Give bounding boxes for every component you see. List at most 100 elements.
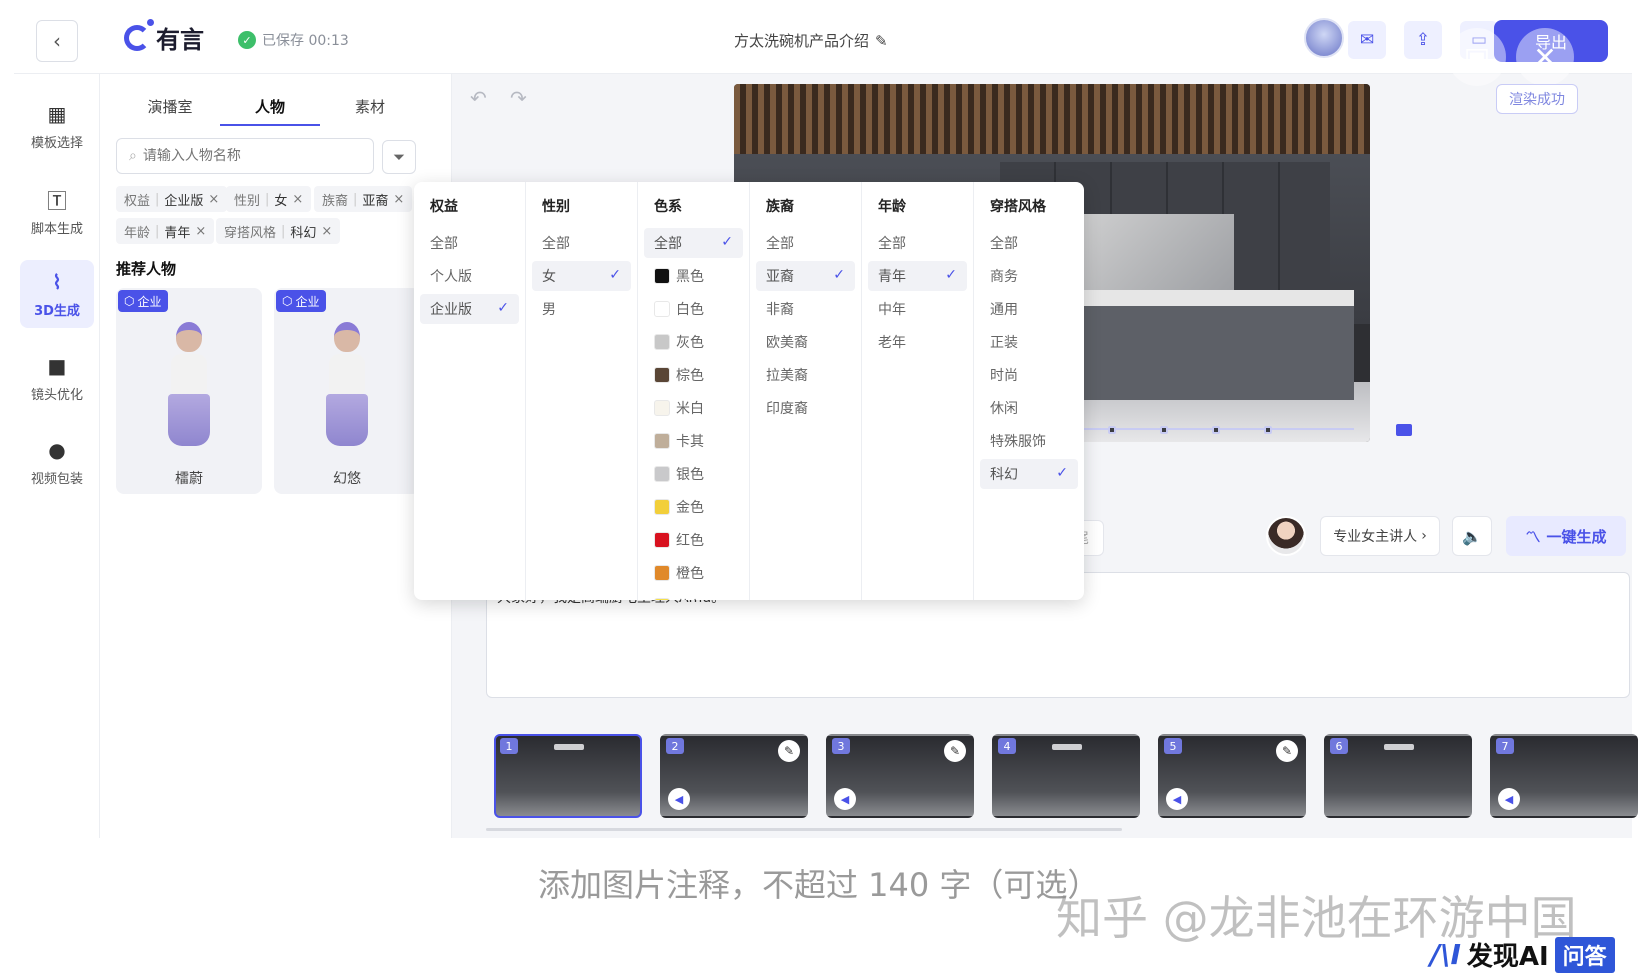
filter-option[interactable]: 印度裔 bbox=[756, 393, 855, 423]
filter-option-label: 金色 bbox=[676, 500, 704, 516]
character-card[interactable]: ⬡ 企业 檑蔚 bbox=[116, 288, 262, 494]
character-card[interactable]: ⬡ 企业 幻悠 bbox=[274, 288, 420, 494]
audio-icon[interactable]: ◀ bbox=[1498, 788, 1520, 810]
undo-icon[interactable]: ↶ bbox=[470, 86, 487, 110]
filter-option[interactable]: 全部 bbox=[980, 228, 1078, 258]
voice-select-button[interactable]: 专业女主讲人 › bbox=[1320, 516, 1440, 556]
document-title-text: 方太洗碗机产品介绍 bbox=[734, 32, 870, 50]
filter-option[interactable]: 科幻 ✓ bbox=[980, 459, 1078, 489]
close-icon[interactable]: × bbox=[292, 192, 303, 207]
filter-option[interactable]: 白色 bbox=[644, 294, 743, 324]
filter-option[interactable]: 中年 bbox=[868, 294, 967, 324]
close-overlay-icon[interactable]: ✕ bbox=[1516, 28, 1574, 86]
character-search[interactable]: ⌕ bbox=[116, 138, 374, 174]
filter-option[interactable]: 个人版 bbox=[420, 261, 519, 291]
speaker-button[interactable]: 🔈 bbox=[1452, 516, 1492, 556]
filter-option[interactable]: 男 bbox=[532, 294, 631, 324]
filter-option[interactable]: 棕色 bbox=[644, 360, 743, 390]
filter-option[interactable]: 全部 bbox=[756, 228, 855, 258]
filter-option[interactable]: 通用 bbox=[980, 294, 1078, 324]
filter-option[interactable]: 女 ✓ bbox=[532, 261, 631, 291]
filter-option[interactable]: 卡其 bbox=[644, 426, 743, 456]
scene-thumbnail[interactable]: 6 bbox=[1324, 734, 1472, 818]
tab-character[interactable]: 人物 bbox=[220, 90, 320, 126]
filter-option[interactable]: 全部 bbox=[868, 228, 967, 258]
filter-option[interactable]: 正装 bbox=[980, 327, 1078, 357]
filter-chip[interactable]: 权益 | 企业版 × bbox=[116, 186, 228, 212]
search-input[interactable] bbox=[142, 148, 353, 164]
share-icon[interactable]: ⇪ bbox=[1404, 21, 1442, 59]
scene-thumbnail[interactable]: 7 ◀ bbox=[1490, 734, 1638, 818]
nav-video-package[interactable]: ● 视频包装 bbox=[20, 428, 94, 496]
pencil-icon[interactable]: ✎ bbox=[875, 32, 888, 50]
scene-thumbnail[interactable]: 2 ✎ ◀ bbox=[660, 734, 808, 818]
filter-option[interactable]: 老年 bbox=[868, 327, 967, 357]
close-icon[interactable]: × bbox=[393, 192, 404, 207]
audio-icon[interactable]: ◀ bbox=[834, 788, 856, 810]
filter-option[interactable]: 全部 bbox=[420, 228, 519, 258]
filter-chip[interactable]: 族裔 | 亚裔 × bbox=[314, 186, 413, 212]
nav-template-select[interactable]: ▦ 模板选择 bbox=[20, 92, 94, 160]
tab-studio[interactable]: 演播室 bbox=[120, 90, 220, 126]
filter-option[interactable]: 青年 ✓ bbox=[868, 261, 967, 291]
filter-option-label: 红色 bbox=[676, 533, 704, 549]
filter-chip[interactable]: 穿搭风格 | 科幻 × bbox=[216, 218, 341, 244]
filter-button[interactable]: ⏷ bbox=[382, 140, 416, 174]
close-icon[interactable]: × bbox=[195, 224, 206, 239]
filter-option[interactable]: 米白 bbox=[644, 393, 743, 423]
filter-option[interactable]: 商务 bbox=[980, 261, 1078, 291]
image-overlay-icon[interactable]: ▣ bbox=[1448, 28, 1506, 86]
timeline-marker[interactable] bbox=[1108, 426, 1116, 434]
filter-option[interactable]: 亚裔 ✓ bbox=[756, 261, 855, 291]
filter-option[interactable]: 欧美裔 bbox=[756, 327, 855, 357]
pencil-icon[interactable]: ✎ bbox=[1276, 740, 1298, 762]
filter-option-label: 欧美裔 bbox=[766, 335, 808, 351]
scene-thumbnail[interactable]: 4 bbox=[992, 734, 1140, 818]
pencil-icon[interactable]: ✎ bbox=[778, 740, 800, 762]
scene-thumbnail[interactable]: 5 ✎ ◀ bbox=[1158, 734, 1306, 818]
filter-option[interactable]: 黑色 bbox=[644, 261, 743, 291]
close-icon[interactable]: × bbox=[321, 224, 332, 239]
horizontal-scrollbar[interactable] bbox=[486, 828, 1122, 831]
tab-assets[interactable]: 素材 bbox=[320, 90, 420, 126]
nav-3d-generate[interactable]: ⌇ 3D生成 bbox=[20, 260, 94, 328]
user-avatar[interactable] bbox=[1304, 18, 1344, 58]
pencil-icon[interactable]: ✎ bbox=[944, 740, 966, 762]
timeline-marker[interactable] bbox=[1212, 426, 1220, 434]
filter-option[interactable]: 企业版 ✓ bbox=[420, 294, 519, 324]
nav-camera-optimize[interactable]: ■ 镜头优化 bbox=[20, 344, 94, 412]
filter-chip[interactable]: 年龄 | 青年 × bbox=[116, 218, 215, 244]
redo-icon[interactable]: ↷ bbox=[510, 86, 527, 110]
enterprise-badge: ⬡ 企业 bbox=[118, 290, 168, 312]
one-click-generate-button[interactable]: 〽 一键生成 bbox=[1506, 516, 1626, 556]
mail-icon[interactable]: ✉ bbox=[1348, 21, 1386, 59]
document-title[interactable]: 方太洗碗机产品介绍 ✎ bbox=[734, 30, 888, 51]
audio-icon[interactable]: ◀ bbox=[1166, 788, 1188, 810]
back-button[interactable]: ‹ bbox=[36, 20, 78, 62]
filter-option[interactable]: 金色 bbox=[644, 492, 743, 522]
filter-option[interactable]: 时尚 bbox=[980, 360, 1078, 390]
filter-option[interactable]: 灰色 bbox=[644, 327, 743, 357]
filter-option[interactable]: 休闲 bbox=[980, 393, 1078, 423]
save-status: ✓ 已保存 00:13 bbox=[238, 30, 349, 50]
filter-option[interactable]: 特殊服饰 bbox=[980, 426, 1078, 456]
camera-icon[interactable] bbox=[1396, 424, 1412, 436]
timeline-marker[interactable] bbox=[1264, 426, 1272, 434]
audio-icon[interactable]: ◀ bbox=[668, 788, 690, 810]
scene-thumbnail[interactable]: 1 bbox=[494, 734, 642, 818]
filter-option[interactable]: 拉美裔 bbox=[756, 360, 855, 390]
filter-option[interactable]: 红色 bbox=[644, 525, 743, 555]
close-icon[interactable]: × bbox=[208, 192, 219, 207]
image-caption[interactable]: 添加图片注释，不超过 140 字（可选） bbox=[538, 860, 1099, 906]
filter-option[interactable]: 全部 ✓ bbox=[644, 228, 743, 258]
nav-script-generate[interactable]: 🅃 脚本生成 bbox=[20, 178, 94, 246]
filter-option[interactable]: 橙色 bbox=[644, 558, 743, 588]
timeline-marker[interactable] bbox=[1160, 426, 1168, 434]
filter-option[interactable]: 全部 bbox=[532, 228, 631, 258]
filter-chip[interactable]: 性别 | 女 × bbox=[226, 186, 312, 212]
filter-option[interactable]: 银色 bbox=[644, 459, 743, 489]
filter-option[interactable]: 非裔 bbox=[756, 294, 855, 324]
filter-option[interactable]: 黄色 bbox=[644, 591, 743, 600]
presenter-avatar[interactable] bbox=[1266, 516, 1306, 556]
scene-thumbnail[interactable]: 3 ✎ ◀ bbox=[826, 734, 974, 818]
